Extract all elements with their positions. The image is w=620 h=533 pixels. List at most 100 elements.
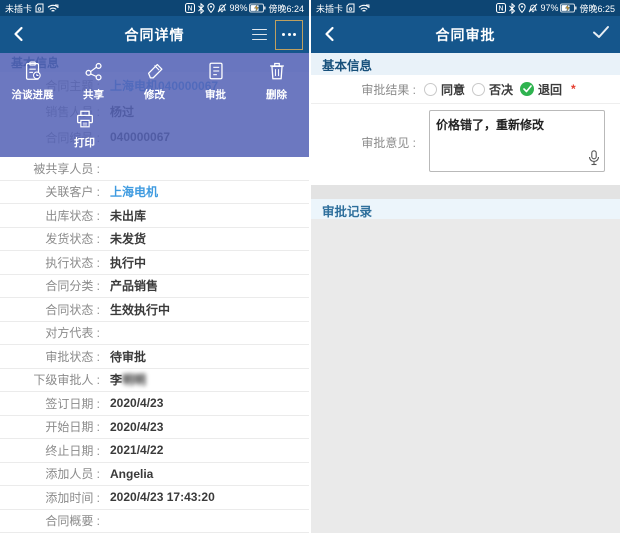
bluetooth-icon (197, 3, 205, 14)
radio-option-reject[interactable]: 否决 (472, 81, 513, 98)
nfc-icon: N (496, 3, 506, 13)
hamburger-icon[interactable] (250, 25, 269, 45)
required-mark: * (571, 82, 576, 96)
field-value: 未发货 (110, 230, 146, 247)
field-label: 发货状态 : (0, 230, 100, 247)
field-label: 出库状态 : (0, 207, 100, 224)
field-label: 执行状态 : (0, 254, 100, 271)
field-label: 签订日期 : (0, 395, 100, 412)
mute-icon (217, 3, 227, 13)
field-label: 添加时间 : (0, 489, 100, 506)
field-row: 下级审批人 :李明明 (0, 369, 309, 393)
field-value: 产品销售 (110, 277, 158, 294)
field-row: 合同概要 : (0, 510, 309, 533)
menu-item-share[interactable]: 共享 (63, 59, 124, 102)
field-value: 李明明 (110, 371, 146, 388)
field-label: 添加人员 : (0, 465, 100, 482)
field-label: 终止日期 : (0, 442, 100, 459)
location-icon (518, 3, 526, 13)
menu-item-print[interactable]: 打印 (54, 107, 115, 150)
approve-doc-icon (205, 59, 227, 83)
field-row: 关联客户 :上海电机 (0, 181, 309, 205)
dual-screenshot-canvas: 未插卡 N 98% 傍晚6:24 合同详情 基本信息 (0, 0, 620, 533)
field-row: 添加人员 : Angelia (0, 463, 309, 487)
field-label: 合同状态 : (0, 301, 100, 318)
negotiation-progress-icon (22, 59, 44, 83)
field-value: 2020/4/23 (110, 396, 163, 410)
no-sim-label: 未插卡 (316, 2, 343, 15)
field-label: 合同概要 : (0, 512, 100, 529)
section-header-basic-info: 基本信息 (311, 53, 620, 75)
menu-item-label: 审批 (205, 87, 226, 102)
status-bar: 未插卡 N 98% 傍晚6:24 (0, 0, 309, 16)
battery-percent: 98% (229, 3, 247, 13)
approval-result-label: 审批结果 : (311, 81, 416, 98)
menu-item-negotiation-progress[interactable]: 洽谈进展 (2, 59, 63, 102)
field-value: Angelia (110, 467, 153, 481)
field-value: 2020/4/23 17:43:20 (110, 490, 215, 504)
bluetooth-icon (508, 3, 516, 14)
clock-time: 傍晚6:24 (268, 2, 304, 15)
field-row: 被共享人员 : (0, 157, 309, 181)
menu-item-approve[interactable]: 审批 (185, 59, 246, 102)
printer-icon (74, 107, 96, 131)
radio-unselected-icon (424, 83, 437, 96)
field-label: 对方代表 : (0, 324, 100, 341)
more-dots-icon[interactable] (275, 20, 303, 50)
field-row: 终止日期 :2021/4/22 (0, 439, 309, 463)
radio-option-agree[interactable]: 同意 (424, 81, 465, 98)
field-label: 合同分类 : (0, 277, 100, 294)
empty-records-area (311, 219, 620, 533)
no-sim-label: 未插卡 (5, 2, 32, 15)
erase-icon (144, 59, 166, 83)
wifi-icon (47, 4, 59, 13)
field-value: 生效执行中 (110, 301, 170, 318)
field-row: 开始日期 : 2020/4/23 (0, 416, 309, 440)
section-header-approval-records: 审批记录 (311, 199, 620, 221)
battery-percent: 97% (540, 3, 558, 13)
field-value: 2020/4/23 (110, 420, 163, 434)
action-menu: 洽谈进展 共享 修改 审批 删除 (2, 59, 307, 102)
field-row: 出库状态 : 未出库 (0, 204, 309, 228)
status-bar: 未插卡 N 97% 傍晚6:25 (311, 0, 620, 16)
redacted-name: 明明 (122, 373, 146, 387)
microphone-icon[interactable] (588, 150, 600, 169)
radio-option-return[interactable]: 退回 (520, 81, 562, 98)
field-label: 审批状态 : (0, 348, 100, 365)
approval-opinion-input[interactable]: 价格错了，重新修改 (429, 110, 605, 172)
approval-result-row: 审批结果 : 同意 否决 退回 * (311, 75, 620, 104)
field-value: 待审批 (110, 348, 146, 365)
approval-form: 审批结果 : 同意 否决 退回 * (311, 75, 620, 185)
approval-opinion-row: 审批意见 : 价格错了，重新修改 (311, 104, 620, 185)
field-row: 签订日期 : 2020/4/23 (0, 392, 309, 416)
field-label: 开始日期 : (0, 418, 100, 435)
share-icon (83, 59, 105, 83)
page-title: 合同审批 (311, 25, 620, 45)
field-row: 发货状态 : 未发货 (0, 228, 309, 252)
field-row: 合同状态 : 生效执行中 (0, 298, 309, 322)
field-value: 未出库 (110, 207, 146, 224)
trash-icon (266, 59, 288, 83)
contract-field-list: 被共享人员 :关联客户 :上海电机出库状态 : 未出库发货状态 : 未发货执行状态 … (0, 157, 309, 533)
menu-item-label: 洽谈进展 (12, 87, 54, 102)
radio-unselected-icon (472, 83, 485, 96)
wifi-icon (358, 4, 370, 13)
nfc-icon: N (185, 3, 195, 13)
svg-text:N: N (499, 5, 504, 13)
section-divider (311, 185, 620, 199)
approval-opinion-label: 审批意见 : (311, 134, 416, 151)
field-value-link[interactable]: 上海电机 (110, 183, 158, 200)
battery-charging-icon (560, 3, 577, 13)
svg-text:N: N (188, 5, 193, 13)
menu-item-label: 共享 (83, 87, 104, 102)
clock-time: 傍晚6:25 (579, 2, 615, 15)
mute-icon (528, 3, 538, 13)
check-icon[interactable] (592, 24, 610, 45)
menu-item-label: 打印 (74, 135, 95, 150)
field-row: 合同分类 : 产品销售 (0, 275, 309, 299)
contract-approval-screen: 未插卡 N 97% 傍晚6:25 合同审批 基本信息 审批结果 : (311, 0, 620, 533)
menu-item-delete[interactable]: 删除 (246, 59, 307, 102)
battery-charging-icon (249, 3, 266, 13)
detail-top-section: 基本信息 合同主题 : 上海电机040000067 销售人员 : 杨过 合同编号… (0, 53, 309, 157)
menu-item-edit[interactable]: 修改 (124, 59, 185, 102)
